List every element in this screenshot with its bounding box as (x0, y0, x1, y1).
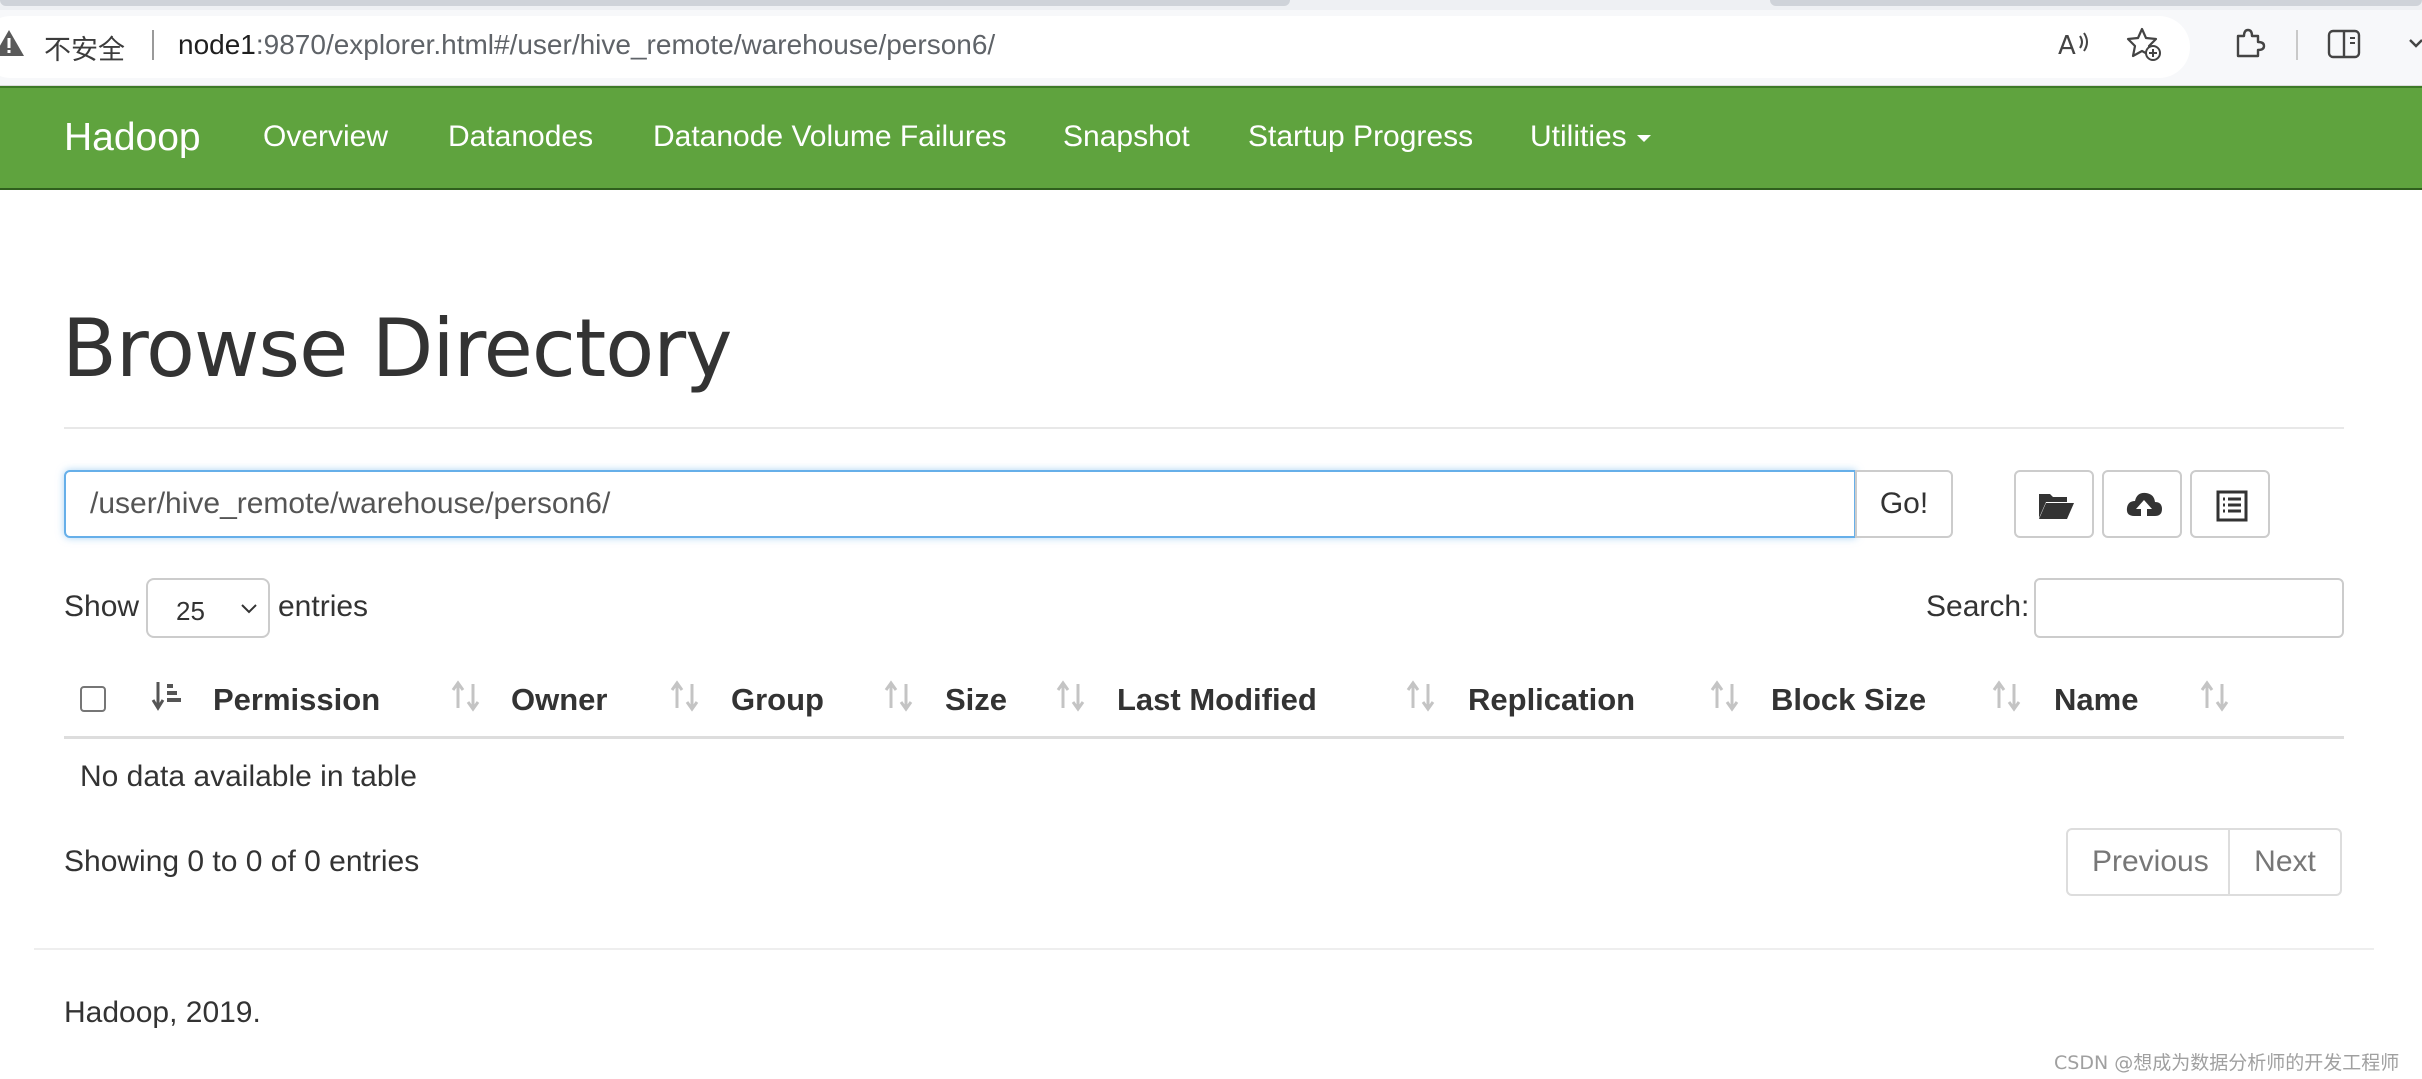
navbar-brand[interactable]: Hadoop (64, 116, 201, 160)
column-header-block-size[interactable]: Block Size (1771, 682, 1926, 718)
previous-page-button[interactable]: Previous (2066, 828, 2230, 896)
table-info: Showing 0 to 0 of 0 entries (64, 845, 420, 878)
entries-per-page-select[interactable]: 25 (146, 578, 270, 638)
column-header-permission[interactable]: Permission (213, 682, 380, 718)
sort-icon[interactable] (1708, 678, 1742, 714)
column-header-owner[interactable]: Owner (511, 682, 607, 718)
svg-text:A: A (2058, 31, 2076, 61)
sort-icon[interactable] (882, 678, 916, 714)
sort-icon[interactable] (2198, 678, 2232, 714)
watermark: CSDN @想成为数据分析师的开发工程师 (2054, 1052, 2400, 1074)
select-all-checkbox[interactable] (80, 686, 106, 712)
nav-item-startup-progress[interactable]: Startup Progress (1248, 120, 1473, 154)
upload-files-button[interactable] (2102, 470, 2182, 538)
go-button[interactable]: Go! (1855, 470, 1953, 538)
sort-icon[interactable] (668, 678, 702, 714)
nav-item-overview[interactable]: Overview (263, 120, 388, 154)
url-text[interactable]: node1:9870/explorer.html#/user/hive_remo… (178, 29, 995, 61)
page-title: Browse Directory (62, 302, 732, 395)
show-label: Show (64, 590, 140, 623)
column-header-last-modified[interactable]: Last Modified (1117, 682, 1317, 718)
warning-icon[interactable] (0, 28, 32, 58)
extensions-icon[interactable] (2230, 26, 2266, 62)
url-path: :9870/explorer.html#/user/hive_remote/wa… (255, 29, 996, 60)
column-header-group[interactable]: Group (731, 682, 824, 718)
cloud-upload-icon (2126, 492, 2162, 518)
list-icon (2216, 490, 2248, 522)
split-screen-icon[interactable] (2326, 26, 2362, 62)
sort-ascending-icon[interactable] (150, 678, 184, 714)
browser-tabstrip (0, 0, 2422, 10)
sort-icon[interactable] (1054, 678, 1088, 714)
nav-item-datanodes[interactable]: Datanodes (448, 120, 593, 154)
sort-icon[interactable] (1404, 678, 1438, 714)
column-header-size[interactable]: Size (945, 682, 1007, 718)
entries-per-page-value: 25 (176, 596, 205, 626)
path-input[interactable] (64, 470, 1856, 538)
nav-item-snapshot[interactable]: Snapshot (1063, 120, 1190, 154)
security-status-label[interactable]: 不安全 (44, 28, 125, 67)
browser-tab[interactable] (1770, 0, 2422, 6)
create-directory-button[interactable] (2014, 470, 2094, 538)
next-page-button[interactable]: Next (2228, 828, 2342, 896)
nav-item-utilities[interactable]: Utilities (1530, 120, 1651, 154)
chevron-down-icon[interactable] (2408, 26, 2422, 62)
navbar: Hadoop Overview Datanodes Datanode Volum… (0, 86, 2422, 190)
search-input[interactable] (2034, 578, 2344, 638)
empty-table-message: No data available in table (80, 760, 417, 793)
read-aloud-icon[interactable]: A (2056, 26, 2092, 62)
caret-down-icon (1636, 134, 1651, 142)
footer-divider (34, 948, 2374, 950)
column-header-replication[interactable]: Replication (1468, 682, 1635, 718)
footer-text: Hadoop, 2019. (64, 996, 261, 1029)
search-label: Search: (1926, 590, 2030, 623)
browser-tab[interactable] (0, 0, 1290, 6)
title-divider (64, 427, 2344, 429)
pagination: Previous Next (2066, 828, 2342, 896)
sort-icon[interactable] (1990, 678, 2024, 714)
url-host: node1 (178, 29, 256, 60)
sort-icon[interactable] (449, 678, 483, 714)
folder-open-icon (2039, 494, 2074, 519)
column-header-name[interactable]: Name (2054, 682, 2138, 718)
omnibox-divider (152, 30, 154, 60)
entries-label: entries (278, 590, 369, 623)
list-view-button[interactable] (2190, 470, 2270, 538)
nav-item-datanode-volume-failures[interactable]: Datanode Volume Failures (653, 120, 1007, 154)
chevron-down-icon (241, 604, 257, 614)
nav-item-utilities-label: Utilities (1530, 120, 1627, 153)
table-header-divider (64, 736, 2344, 739)
toolbar-divider (2296, 30, 2298, 60)
add-favorite-icon[interactable] (2126, 26, 2162, 62)
